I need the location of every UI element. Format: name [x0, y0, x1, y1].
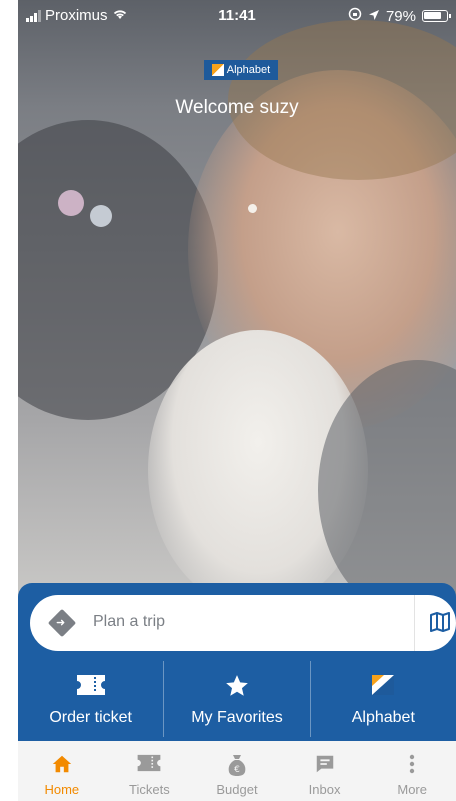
- message-icon: [281, 753, 369, 777]
- hero-photo: [18, 0, 456, 600]
- star-icon: [164, 673, 309, 699]
- tab-tickets-label: Tickets: [129, 782, 170, 797]
- welcome-message: Welcome suzy: [175, 97, 299, 118]
- my-favorites-label: My Favorites: [191, 709, 283, 726]
- my-favorites-button[interactable]: My Favorites: [163, 661, 309, 737]
- alphabet-logo-icon: [311, 673, 456, 699]
- home-icon: [18, 753, 106, 777]
- logo-text: Alphabet: [226, 64, 271, 76]
- app-screen: Proximus 11:41 79% Alphabet Welcome suzy…: [18, 0, 456, 801]
- tab-home[interactable]: Home: [18, 741, 106, 801]
- quick-actions-panel: ➜ Plan a trip Order ticket My Favorites: [18, 583, 456, 741]
- tab-more-label: More: [397, 782, 427, 797]
- alphabet-mark-icon: [211, 64, 224, 76]
- money-bag-icon: €: [193, 753, 281, 777]
- more-vertical-icon: [368, 753, 456, 777]
- action-buttons: Order ticket My Favorites Alphabet: [18, 661, 456, 737]
- tab-budget-label: Budget: [216, 782, 258, 797]
- ticket-icon: [18, 673, 163, 699]
- tab-inbox-label: Inbox: [308, 782, 341, 797]
- tab-more[interactable]: More: [368, 741, 456, 801]
- status-bar: Proximus 11:41 79%: [18, 0, 456, 30]
- order-ticket-label: Order ticket: [49, 709, 132, 726]
- tab-home-label: Home: [44, 782, 80, 797]
- svg-text:€: €: [234, 765, 240, 775]
- directions-icon: ➜: [47, 608, 77, 638]
- plan-trip-search-bar[interactable]: ➜ Plan a trip: [30, 595, 456, 651]
- map-icon[interactable]: [428, 610, 452, 634]
- tab-inbox[interactable]: Inbox: [281, 741, 369, 801]
- alphabet-button[interactable]: Alphabet: [309, 661, 456, 737]
- ticket-icon: [106, 753, 194, 777]
- tab-tickets[interactable]: Tickets: [106, 741, 194, 801]
- rotation-lock-icon: [348, 7, 362, 25]
- bottom-tab-bar: Home Tickets € Budget Inbox More: [18, 741, 456, 801]
- alphabet-label: Alphabet: [351, 709, 415, 726]
- battery-percent: 79%: [385, 7, 416, 25]
- order-ticket-button[interactable]: Order ticket: [18, 661, 163, 737]
- search-input[interactable]: Plan a trip: [93, 613, 165, 631]
- battery-icon: [422, 10, 451, 22]
- alphabet-logo: Alphabet: [204, 60, 278, 80]
- tab-budget[interactable]: € Budget: [193, 741, 281, 801]
- divider: [414, 595, 415, 651]
- location-icon: [368, 8, 380, 25]
